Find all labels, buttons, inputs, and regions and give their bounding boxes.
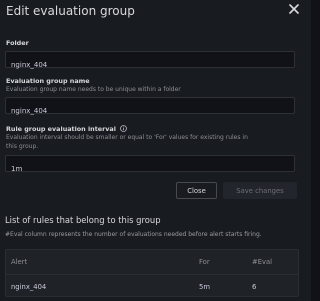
group-name-input[interactable] xyxy=(6,103,294,119)
group-name-label: Evaluation group name xyxy=(6,77,90,85)
rule-for-cell: 5m xyxy=(199,283,210,291)
rules-list-title: List of rules that belong to this group xyxy=(5,215,161,225)
folder-field[interactable] xyxy=(5,51,295,73)
interval-description-line-1: Evaluation interval should be smaller or… xyxy=(6,134,248,141)
column-header-alert[interactable]: Alert xyxy=(11,258,27,266)
interval-description-line-2: this group. xyxy=(6,143,39,150)
interval-input[interactable] xyxy=(6,161,294,177)
rule-alert-cell: nginx_404 xyxy=(11,283,47,291)
save-changes-button[interactable]: Save changes xyxy=(223,182,297,199)
folder-label: Folder xyxy=(6,39,29,47)
interval-label: Rule group evaluation interval xyxy=(6,125,116,133)
interval-field[interactable] xyxy=(5,155,295,177)
table-header-row: Alert For #Eval xyxy=(6,250,298,274)
group-name-field[interactable] xyxy=(5,97,295,119)
edit-evaluation-group-modal: Edit evaluation group Folder Evaluation … xyxy=(0,0,311,301)
column-header-eval[interactable]: #Eval xyxy=(252,258,272,266)
close-button[interactable]: Close xyxy=(176,182,217,199)
table-row[interactable]: nginx_404 5m 6 xyxy=(6,274,298,298)
interval-description: Evaluation interval should be smaller or… xyxy=(6,133,296,151)
rules-list-description: #Eval column represents the number of ev… xyxy=(5,231,262,238)
rule-eval-cell: 6 xyxy=(252,283,257,291)
close-icon[interactable] xyxy=(289,4,301,16)
modal-header: Edit evaluation group xyxy=(6,4,305,22)
folder-input[interactable] xyxy=(6,57,294,73)
rules-table: Alert For #Eval nginx_404 5m 6 xyxy=(5,249,299,297)
group-name-description: Evaluation group name needs to be unique… xyxy=(6,86,181,93)
modal-title: Edit evaluation group xyxy=(6,4,135,18)
column-header-for[interactable]: For xyxy=(199,258,210,266)
